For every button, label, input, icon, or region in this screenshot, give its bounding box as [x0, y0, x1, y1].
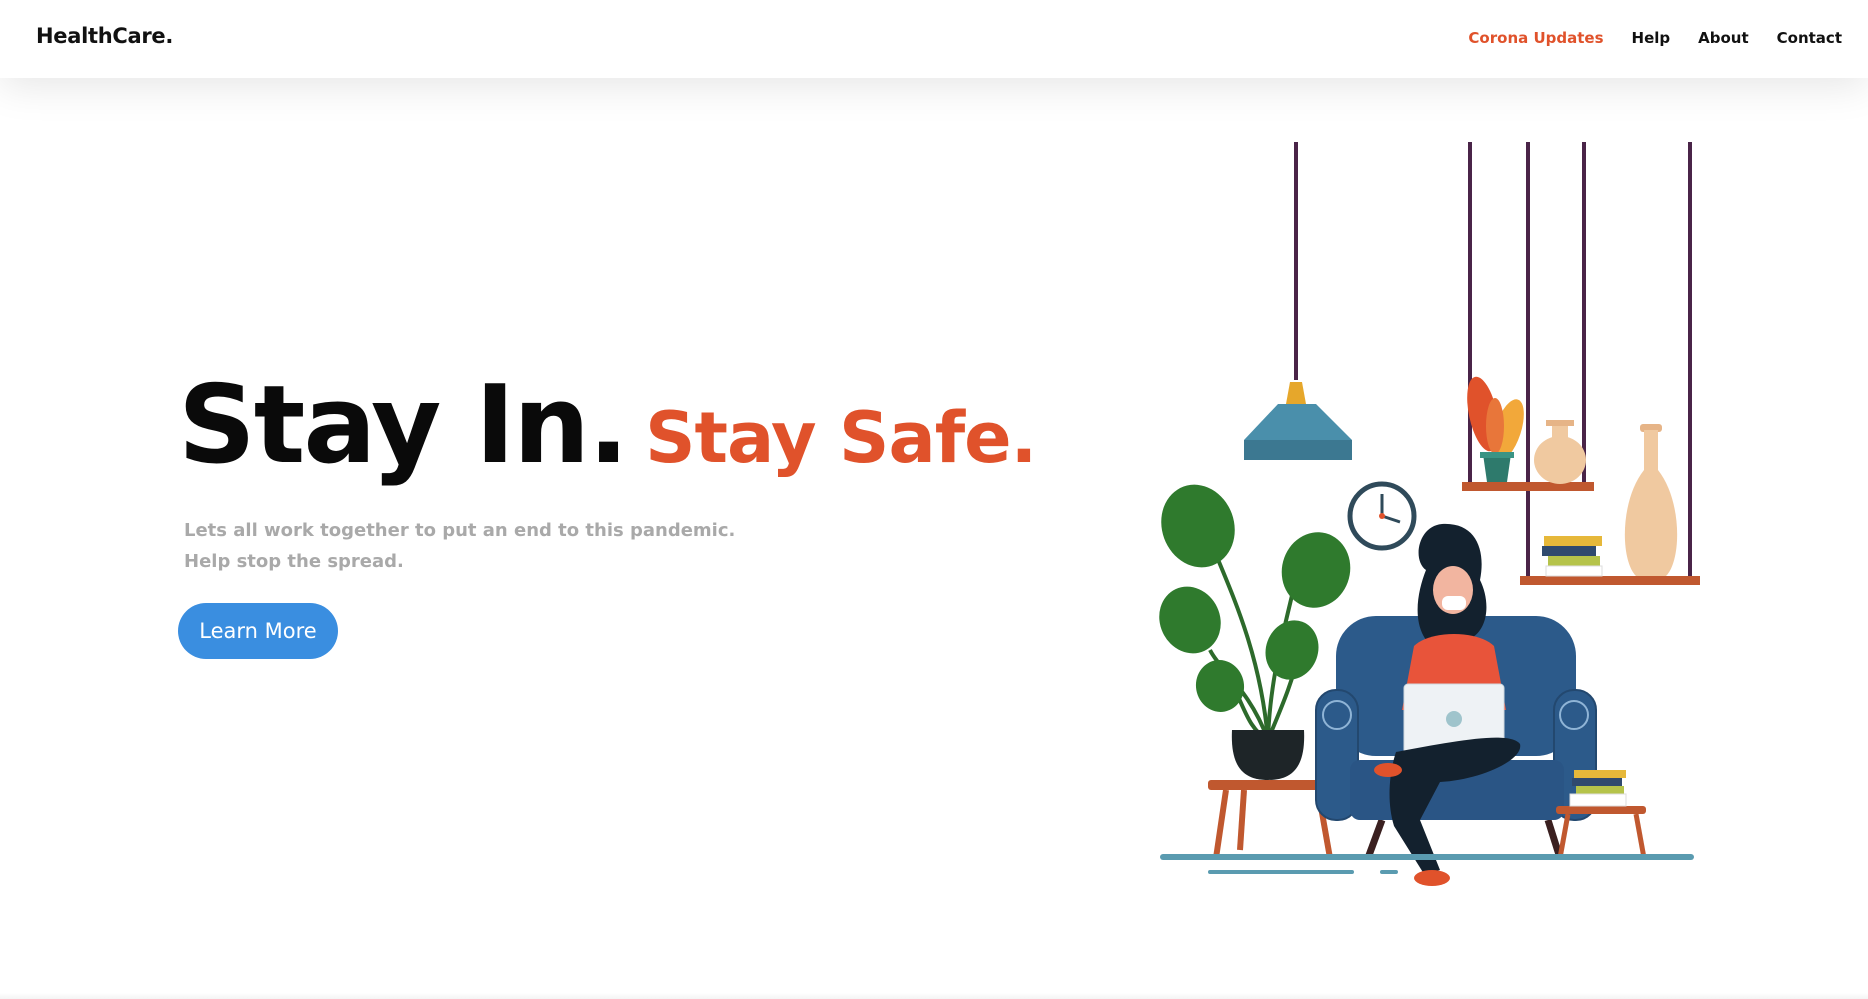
nav-help[interactable]: Help [1632, 29, 1671, 47]
right-side-table-icon [1556, 806, 1647, 859]
navbar: HealthCare. Corona Updates Help About Co… [0, 0, 1868, 78]
main-nav: Corona Updates Help About Contact [1468, 29, 1842, 47]
learn-more-button[interactable]: Learn More [178, 603, 338, 659]
nav-corona-updates[interactable]: Corona Updates [1468, 29, 1603, 47]
small-vase-icon [1534, 420, 1586, 484]
hero-title-accent: Stay Safe. [645, 397, 1037, 479]
hero-subtitle: Lets all work together to put an end to … [184, 515, 735, 577]
nav-contact[interactable]: Contact [1777, 29, 1842, 47]
pendant-lamp-icon [1244, 382, 1352, 460]
section-divider [0, 993, 1868, 999]
table-books-icon [1569, 770, 1627, 807]
wall-clock-icon [1347, 481, 1417, 551]
lower-shelf-icon [1520, 576, 1700, 585]
books-icon [1542, 536, 1603, 577]
hero-title: Stay In. Stay Safe. [178, 372, 1037, 480]
hero-subtitle-line-1: Lets all work together to put an end to … [184, 520, 736, 541]
tall-vase-icon [1624, 424, 1678, 576]
hero-subtitle-line-2: Help stop the spread. [184, 551, 404, 572]
shelf-icon [1462, 482, 1594, 491]
site-logo[interactable]: HealthCare. [36, 24, 173, 48]
nav-about[interactable]: About [1698, 29, 1749, 47]
hero-title-main: Stay In. [178, 363, 629, 488]
hero-illustration [1159, 142, 1700, 886]
